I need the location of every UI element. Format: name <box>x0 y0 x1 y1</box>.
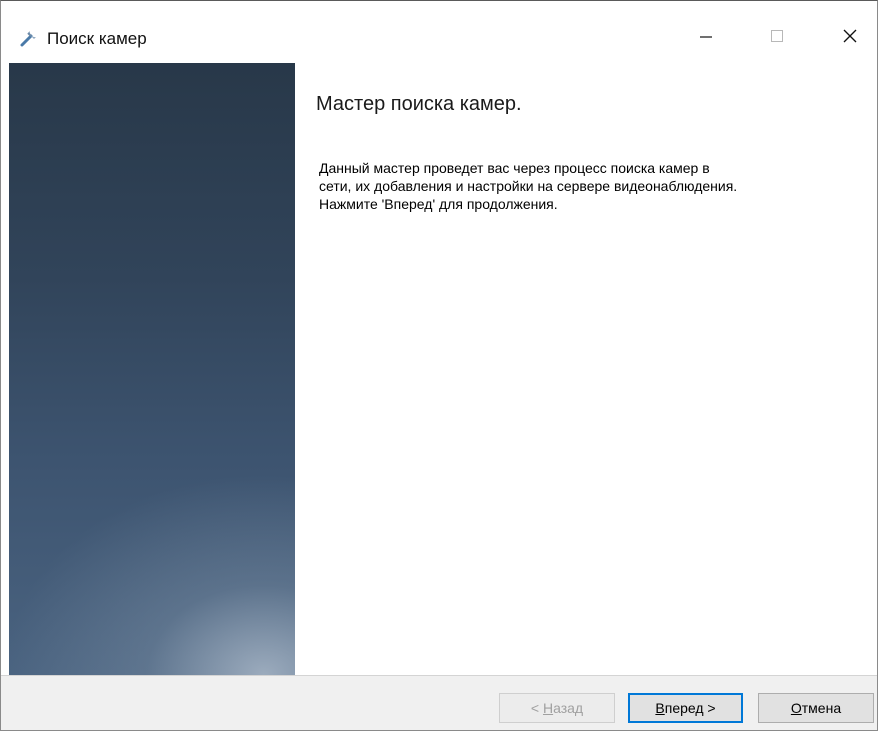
back-button-label: азад <box>553 700 584 716</box>
wizard-heading: Мастер поиска камер. <box>316 93 522 115</box>
minimize-icon <box>699 29 713 48</box>
next-button-accel: В <box>655 700 665 716</box>
maximize-icon <box>770 29 784 48</box>
wizard-side-banner <box>9 63 295 675</box>
next-button[interactable]: Вперед > <box>628 693 743 723</box>
next-button-label: перед > <box>664 700 716 716</box>
wizard-content: Мастер поиска камер. Данный мастер прове… <box>295 63 877 675</box>
description-line: сети, их добавления и настройки на серве… <box>319 178 738 194</box>
cancel-button-label: тмена <box>801 700 842 716</box>
window-edge <box>1 63 9 675</box>
wizard-description: Данный мастер проведет вас через процесс… <box>319 159 877 213</box>
back-button-accel: Н <box>542 700 554 716</box>
minimize-button[interactable] <box>683 19 729 57</box>
maximize-button[interactable] <box>754 19 800 57</box>
title-bar[interactable]: Поиск камер <box>1 1 877 63</box>
wrench-icon <box>18 27 40 49</box>
window-title: Поиск камер <box>47 29 147 48</box>
wizard-window: Поиск камер Мастер поиска камер. Данный … <box>0 0 878 731</box>
description-line: Данный мастер проведет вас через процесс… <box>319 160 710 176</box>
back-button[interactable]: < Назад <box>499 693 615 723</box>
description-line: Нажмите 'Вперед' для продолжения. <box>319 196 558 212</box>
close-icon <box>842 28 858 49</box>
back-button-prefix: < <box>530 700 543 716</box>
cancel-button[interactable]: Отмена <box>758 693 874 723</box>
close-button[interactable] <box>827 19 873 57</box>
wizard-footer: < Назад Вперед > Отмена <box>1 675 877 730</box>
cancel-button-accel: О <box>790 700 802 716</box>
